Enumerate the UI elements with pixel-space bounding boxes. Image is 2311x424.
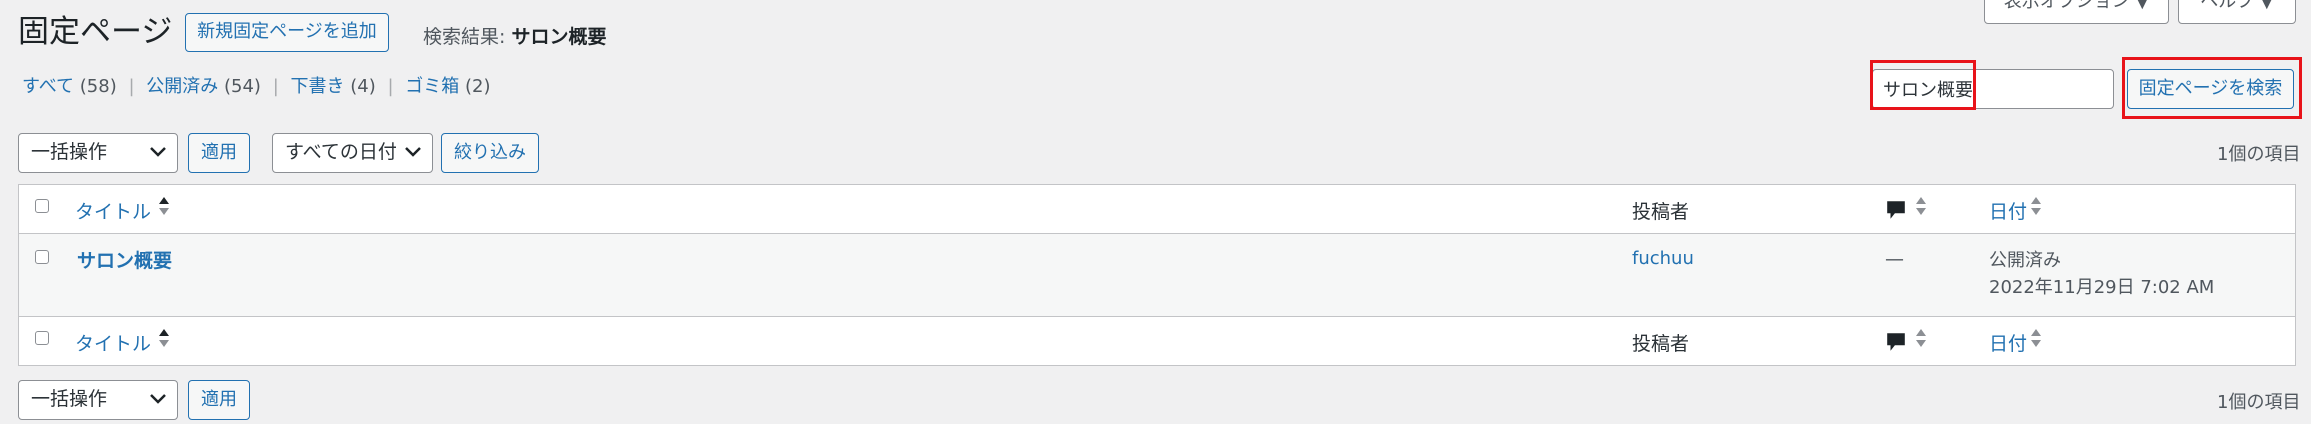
filter-button[interactable]: 絞り込み xyxy=(441,133,539,173)
bulk-actions-select-bottom[interactable]: 一括操作 xyxy=(18,380,178,420)
post-status: 公開済み xyxy=(1989,250,2061,271)
apply-button-top[interactable]: 適用 xyxy=(188,133,250,173)
filter-separator: | xyxy=(272,76,279,97)
search-button-highlight xyxy=(2122,57,2302,119)
row-checkbox[interactable] xyxy=(35,250,49,264)
search-results-prefix: 検索結果: xyxy=(423,26,512,48)
help-button[interactable]: ヘルプ ▼ xyxy=(2178,0,2296,24)
filter-drafts[interactable]: 下書き (4) xyxy=(291,76,376,97)
column-date-footer[interactable]: 日付 xyxy=(1989,329,2027,356)
filter-separator: | xyxy=(128,76,135,97)
comment-bubble-icon[interactable] xyxy=(1885,199,1907,221)
column-date-header[interactable]: 日付 xyxy=(1989,197,2027,224)
filter-published[interactable]: 公開済み (54) xyxy=(146,76,261,97)
filter-separator: | xyxy=(387,76,394,97)
column-title-header[interactable]: タイトル xyxy=(75,197,151,224)
apply-button-bottom[interactable]: 適用 xyxy=(188,380,250,420)
footer-divider xyxy=(19,316,2295,317)
screen-options-button[interactable]: 表示オプション ▼ xyxy=(1984,0,2169,24)
comment-bubble-icon[interactable] xyxy=(1885,331,1907,353)
chevron-down-icon xyxy=(150,147,166,157)
items-count-bottom: 1個の項目 xyxy=(2217,392,2301,413)
search-results-title: 検索結果: サロン概要 xyxy=(423,22,606,49)
sort-indicator-icon xyxy=(1916,197,1928,219)
column-author-header: 投稿者 xyxy=(1632,201,1690,223)
page-title: 固定ページ xyxy=(18,14,173,50)
sort-indicator-icon xyxy=(2031,197,2043,219)
sort-indicator-icon xyxy=(2031,329,2043,351)
search-input-highlight xyxy=(1870,60,1976,110)
sort-indicator-icon xyxy=(1916,329,1928,351)
filter-all[interactable]: すべて (58) xyxy=(22,76,117,97)
date-filter-select[interactable]: すべての日付 xyxy=(272,133,433,173)
select-all-checkbox[interactable] xyxy=(35,199,49,213)
column-author-footer: 投稿者 xyxy=(1632,333,1690,355)
sort-indicator-icon xyxy=(159,197,171,219)
chevron-down-icon xyxy=(150,394,166,404)
page-title-link[interactable]: サロン概要 xyxy=(77,246,172,273)
sort-indicator-icon xyxy=(159,329,171,351)
author-link[interactable]: fuchuu xyxy=(1632,248,1694,269)
filter-trash[interactable]: ゴミ箱 (2) xyxy=(405,76,490,97)
comment-count: — xyxy=(1885,248,1904,270)
pages-table: タイトル 投稿者 日付 サロン概要 fuchuu — 公開済み 2022年11月… xyxy=(18,184,2296,366)
chevron-down-icon xyxy=(405,147,421,157)
items-count-top: 1個の項目 xyxy=(2217,144,2301,165)
post-date: 2022年11月29日 7:02 AM xyxy=(1989,277,2215,298)
add-new-page-button[interactable]: 新規固定ページを追加 xyxy=(185,13,389,52)
bulk-actions-select-top[interactable]: 一括操作 xyxy=(18,133,178,173)
select-all-checkbox-footer[interactable] xyxy=(35,331,49,345)
search-results-term: サロン概要 xyxy=(511,26,607,48)
status-filters: すべて (58) | 公開済み (54) | 下書き (4) | ゴミ箱 (2) xyxy=(22,72,491,98)
column-title-footer[interactable]: タイトル xyxy=(75,329,151,356)
table-row: サロン概要 fuchuu — 公開済み 2022年11月29日 7:02 AM xyxy=(19,234,2295,316)
